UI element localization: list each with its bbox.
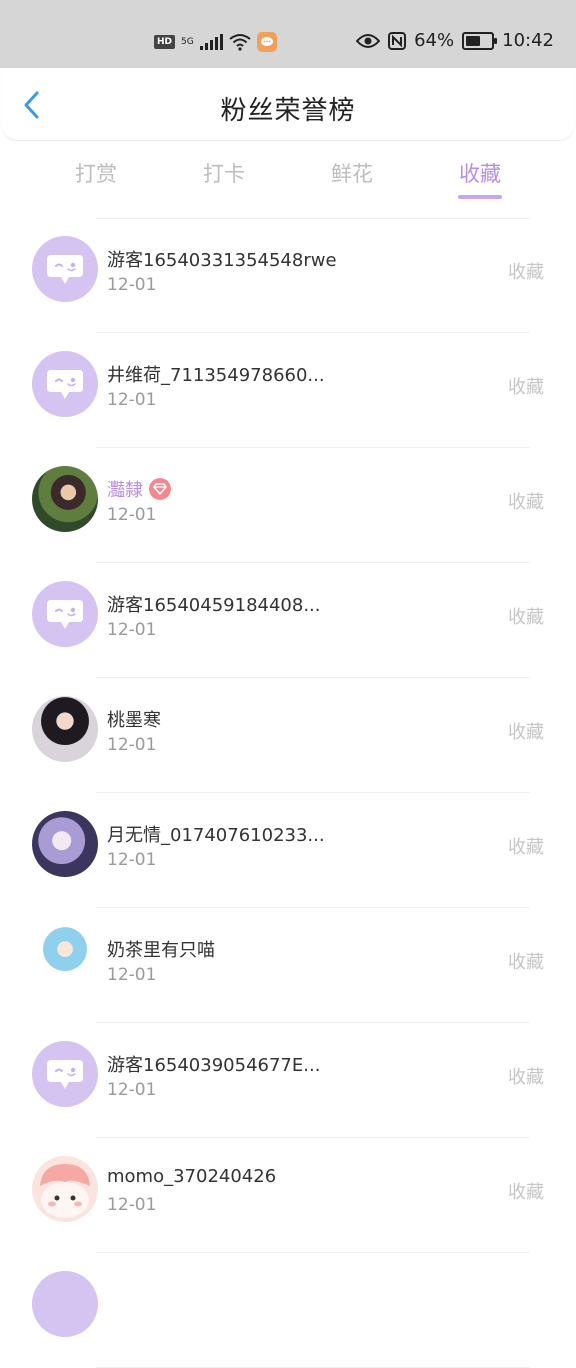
fan-name: 奶茶里有只喵: [107, 940, 215, 961]
tab-bar: 打赏 打卡 鲜花 收藏: [0, 150, 576, 202]
tab-favorites[interactable]: 收藏: [459, 158, 501, 188]
vip-gem-icon: [149, 478, 171, 500]
fan-name-text: 灩隸: [107, 480, 143, 501]
avatar[interactable]: [32, 1156, 98, 1222]
fan-name: 桃墨寒: [107, 710, 161, 731]
action-label: 收藏: [508, 1182, 544, 1203]
active-tab-indicator: [458, 195, 502, 199]
fan-name: 灩隸: [107, 476, 171, 502]
action-label: 收藏: [508, 607, 544, 628]
list-item[interactable]: 灩隸 12-01 收藏: [0, 448, 576, 563]
status-left-icons: HD 5G: [154, 32, 277, 52]
fan-list: 游客16540331354548rwe 12-01 收藏 井维荷_7113549…: [0, 218, 576, 1368]
default-avatar-chat-icon: [47, 600, 83, 629]
fan-date: 12-01: [107, 620, 157, 640]
wifi-icon: [229, 34, 251, 51]
tab-reward[interactable]: 打赏: [75, 158, 117, 188]
default-avatar-chat-icon: [47, 255, 83, 284]
action-label: 收藏: [508, 837, 544, 858]
status-right-icons: 64% 10:42: [356, 30, 554, 51]
action-label: 收藏: [508, 952, 544, 973]
list-item[interactable]: 井维荷_711354978660... 12-01 收藏: [0, 333, 576, 448]
fan-name: 游客1654039054677E...: [107, 1055, 321, 1076]
list-item[interactable]: 游客16540331354548rwe 12-01 收藏: [0, 218, 576, 333]
list-item[interactable]: 游客1654039054677E... 12-01 收藏: [0, 1023, 576, 1138]
fan-date: 12-01: [107, 735, 157, 755]
fan-date: 12-01: [107, 965, 157, 985]
avatar[interactable]: [32, 466, 98, 532]
tab-checkin[interactable]: 打卡: [203, 158, 245, 188]
avatar[interactable]: [32, 351, 98, 417]
message-app-icon: [256, 32, 277, 52]
default-avatar-chat-icon: [47, 1060, 83, 1089]
list-item[interactable]: 月无情_017407610233... 12-01 收藏: [0, 793, 576, 908]
list-item[interactable]: 奶茶里有只喵 12-01 收藏: [0, 908, 576, 1023]
action-label: 收藏: [508, 722, 544, 743]
fan-date: 12-01: [107, 505, 157, 525]
battery-icon: [462, 31, 498, 50]
avatar[interactable]: [32, 811, 98, 877]
action-label: 收藏: [508, 1067, 544, 1088]
fan-date: 12-01: [107, 390, 157, 410]
nfc-icon: [388, 31, 407, 50]
avatar[interactable]: [32, 696, 98, 762]
eye-icon: [356, 33, 381, 48]
list-item[interactable]: momo_370240426 12-01 收藏: [0, 1138, 576, 1253]
avatar[interactable]: [32, 581, 98, 647]
avatar[interactable]: [32, 1271, 98, 1337]
fan-name: 井维荷_711354978660...: [107, 365, 325, 386]
fan-date: 12-01: [107, 1195, 157, 1215]
action-label: 收藏: [508, 492, 544, 513]
avatar[interactable]: [32, 236, 98, 302]
signal-icon: [199, 34, 223, 50]
hd-icon: HD: [154, 35, 176, 49]
cartoon-avatar-image: [40, 1164, 90, 1218]
action-label: 收藏: [508, 377, 544, 398]
fan-name: 游客16540459184408...: [107, 595, 321, 616]
network-type: 5G: [181, 37, 194, 47]
page-title: 粉丝荣誉榜: [220, 96, 356, 126]
fan-date: 12-01: [107, 850, 157, 870]
battery-percent: 64%: [414, 30, 455, 51]
list-item[interactable]: 游客16540459184408... 12-01 收藏: [0, 563, 576, 678]
fan-name: 游客16540331354548rwe: [107, 250, 337, 271]
list-item[interactable]: 桃墨寒 12-01 收藏: [0, 678, 576, 793]
fan-date: 12-01: [107, 1080, 157, 1100]
avatar[interactable]: [32, 1041, 98, 1107]
list-item[interactable]: [0, 1253, 576, 1368]
fan-name: momo_370240426: [107, 1166, 277, 1187]
avatar[interactable]: [32, 926, 98, 992]
action-label: 收藏: [508, 262, 544, 283]
default-avatar-chat-icon: [47, 370, 83, 399]
status-bar: HD 5G 64% 10:42: [0, 0, 576, 68]
tab-flowers[interactable]: 鲜花: [331, 158, 373, 188]
app-header: 粉丝荣誉榜: [2, 68, 574, 141]
fan-date: 12-01: [107, 275, 157, 295]
clock: 10:42: [502, 30, 554, 51]
fan-name: 月无情_017407610233...: [107, 825, 325, 846]
